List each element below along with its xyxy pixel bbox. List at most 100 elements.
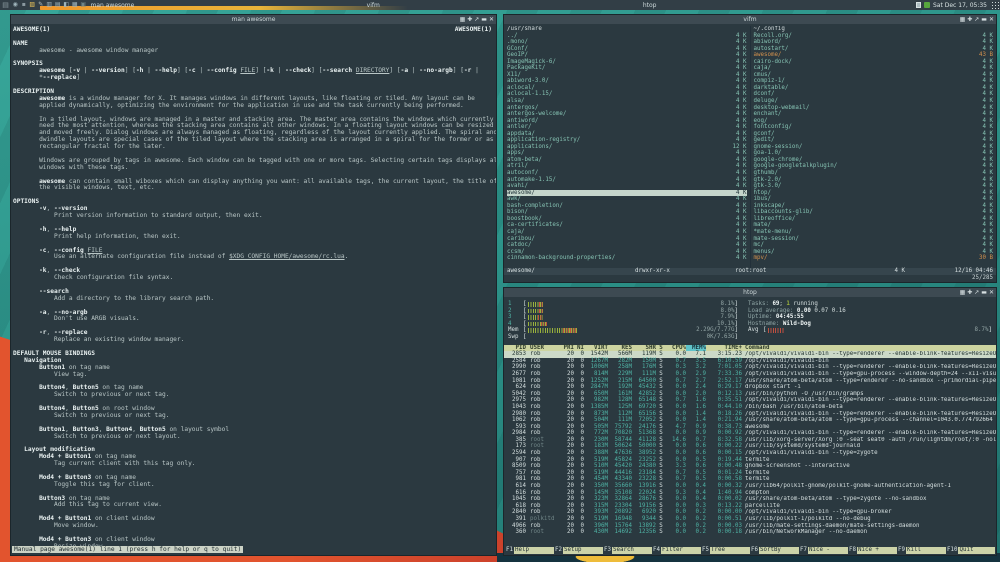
man-title-right: AWESOME(1) [454,26,492,33]
fn-nice[interactable]: F8 Nice + [848,547,897,554]
floating-button-icon[interactable]: ▦ [960,288,966,297]
column-header-time[interactable]: TIME+ [706,345,742,352]
column-header-pid[interactable]: PID [504,345,528,352]
process-row[interactable]: 1081 rob 20 0 1252M 215M 64500 S 0.7 2.7 2:52.17/u… [504,378,996,385]
process-cell: 873M [594,410,608,417]
process-row[interactable]: 981 rob 20 0 454M 43340 23228 S 0.7 0.5 0:00.58 ter… [504,476,996,483]
process-row[interactable]: 8509 rob 20 0 510M 45420 24380 S 3.3 0.6 0:00.48 gn… [504,463,996,470]
fn-filter[interactable]: F4 Filter [652,547,701,554]
files-icon[interactable]: ▨ [28,0,37,10]
maximize-button-icon[interactable]: ▬ [481,15,487,24]
fn-sortby[interactable]: F6 SortBy [750,547,799,554]
column-header-ni[interactable]: NI [574,345,584,352]
document-icon[interactable]: ▥ [45,0,54,10]
process-row[interactable]: 618 rob 20 0 315M 23304 19156 S 0.0 0.3 0:13.22 par… [504,503,996,510]
floating-button-icon[interactable]: ▦ [460,15,466,24]
process-cell: 12356 [638,529,656,536]
process-row[interactable]: 2980 rob 20 0 873M 112M 65156 S 0.0 1.4 0:18.26/op… [504,411,996,418]
sticky-button-icon[interactable]: ↗ [474,15,479,24]
process-cell: 3.3 [675,463,686,470]
process-row[interactable]: 360 root 20 0 430M 14692 12356 S 0.0 0.2 0:00.18/u… [504,529,996,536]
edit-icon[interactable]: ✎ [37,0,46,10]
column-header-virt[interactable]: VIRT [584,345,608,352]
process-row[interactable]: 614 rob 20 0 350M 35660 13916 S 0.0 0.4 0:00.32/us… [504,483,996,490]
column-header-res[interactable]: RES [608,345,632,352]
meter-bracket: [ [523,314,527,321]
close-button-icon[interactable]: ✕ [489,15,494,24]
process-row[interactable]: 1043 rob 20 0 1385M 125M 69720 S 0.0 1.6 0:44.10/b… [504,404,996,411]
maximize-button-icon[interactable]: ▬ [981,15,987,24]
process-cell: 1081 [512,377,526,384]
man-titlebar[interactable]: man awesome ▦ ✚ ↗ ▬ ✕ [11,15,496,24]
column-header-cpu[interactable]: CPU% [666,345,686,352]
browser-icon[interactable]: ◉ [11,0,20,10]
column-header-command[interactable]: Command [742,345,996,352]
fn-quit[interactable]: F10 Quit [946,547,995,554]
process-row[interactable]: 907 rob 20 0 519M 45824 23252 S 0.0 0.5 0:19.44 ter… [504,457,996,464]
vifm-titlebar[interactable]: vifm ▦ ✚ ↗ ▬ ✕ [504,15,996,24]
process-row[interactable]: 4966 rob 20 0 396M 15764 13892 S 0.0 0.2 0:00.03/u… [504,523,996,530]
process-row[interactable]: 593 rob 20 0 505M 75792 24176 S 4.7 0.9 0:38.73 awe… [504,424,996,431]
image-icon[interactable]: ▦ [71,0,80,10]
fn-nice[interactable]: F7 Nice - [799,547,848,554]
process-row[interactable]: 757 rob 20 0 519M 44416 23184 S 0.7 0.5 0:01.24 ter… [504,470,996,477]
column-header-s[interactable]: S [656,345,666,352]
fn-help[interactable]: F1 Help [505,547,554,554]
process-row[interactable]: 2984 rob 20 0 772M 70820 51368 S 0.0 0.9 0:00.92/o… [504,430,996,437]
process-row[interactable]: 2853 rob 20 0 1542M 566M 119M S 0.0 7.1 3:15.23/op… [504,351,996,358]
column-header-mem[interactable]: MEM% [686,344,706,352]
process-row[interactable]: 1062 rob 20 0 504M 111M 72052 S 0.0 1.4 0:21.94/us… [504,417,996,424]
fn-search[interactable]: F3 Search [603,547,652,554]
task-item-man-awesome[interactable]: man awesome [88,0,364,10]
task-item-htop[interactable]: htop [640,0,916,10]
chat-icon[interactable]: ▤ [54,0,63,10]
maximize-button-icon[interactable]: ▬ [981,288,987,297]
sticky-button-icon[interactable]: ↗ [974,15,979,24]
clipboard-tray-icon[interactable] [915,2,921,8]
ontop-button-icon[interactable]: ✚ [467,15,472,24]
process-cell: 20 [567,403,574,410]
process-cell: rob [530,364,541,371]
ontop-button-icon[interactable]: ✚ [967,288,972,297]
process-row[interactable]: 391 polkitd 20 0 519M 16948 9344 S 0.0 0.2 0:00.51… [504,516,996,523]
process-row[interactable]: 173 root 20 0 183M 50624 50000 S 0.0 0.6 0:00.22/u… [504,443,996,450]
task-item-vifm[interactable]: vifm [364,0,640,10]
process-row[interactable]: 1045 rob 20 0 323M 32864 28676 S 0.0 0.4 0:00.02/u… [504,496,996,503]
audio-icon[interactable]: ◧ [62,0,71,10]
vifm-titlebar-buttons: ▦ ✚ ↗ ▬ ✕ [960,15,994,24]
updates-tray-icon[interactable] [923,2,930,8]
process-row[interactable]: 2840 rob 20 0 393M 20892 6920 S 0.0 0.2 0:00.00/op… [504,509,996,516]
process-cell: 192M [618,384,632,391]
file-row[interactable]: mpv/30 B [754,255,994,262]
process-row[interactable]: 2677 rob 20 0 814M 229M 111M S 0.0 2.9 7:33.36/opt… [504,371,996,378]
process-row[interactable]: 2975 rob 20 0 982M 128M 65148 S 0.7 1.6 0:35.51/op… [504,397,996,404]
process-row[interactable]: 5042 rob 20 0 650M 161M 42852 S 0.0 2.0 0:12.13/us… [504,391,996,398]
sticky-button-icon[interactable]: ↗ [974,288,979,297]
fn-tree[interactable]: F5 Tree [701,547,750,554]
process-cell: 20 [567,489,574,496]
process-row[interactable]: 2594 rob 20 0 388M 47636 38952 S 0.0 0.6 0:00.15/o… [504,450,996,457]
column-header-pri[interactable]: PRI [560,345,574,352]
column-header-shr[interactable]: SHR [632,345,656,352]
process-row[interactable]: 385 root 20 0 230M 58744 41128 S 14.6 0.7 8:32.58/… [504,437,996,444]
process-row[interactable]: 624 rob 20 0 2847M 192M 45432 S 0.0 2.4 0:29.17 dro… [504,384,996,391]
fn-kill[interactable]: F9 Kill [897,547,946,554]
clock[interactable]: Sat Dec 17, 05:35 [933,2,987,9]
file-row[interactable]: cinnamon-background-properties/4 K [507,255,747,262]
printer-icon[interactable]: ▣ [79,0,88,10]
process-row[interactable]: 2584 rob 20 0 1267M 282M 150M S 0.7 3.5 6:10.59/op… [504,358,996,365]
fn-setup[interactable]: F2 Setup [554,547,603,554]
floating-button-icon[interactable]: ▦ [960,15,966,24]
window-icon[interactable]: ▪ [20,0,29,10]
process-row[interactable]: 616 rob 20 0 145M 35108 22024 S 9.3 0.4 1:40.94 com… [504,490,996,497]
meter-fill-red [563,328,577,333]
layout-indicator-icon[interactable] [991,1,999,9]
close-button-icon[interactable]: ✕ [989,15,994,24]
close-button-icon[interactable]: ✕ [989,288,994,297]
ontop-button-icon[interactable]: ✚ [967,15,972,24]
process-row[interactable]: 2990 rob 20 0 1006M 258M 176M S 0.3 3.2 7:01.05/op… [504,364,996,371]
htop-titlebar[interactable]: htop ▦ ✚ ↗ ▬ ✕ [504,288,996,297]
htop-content: 1 [8.1%] 2 [8.0%] 3 [7.9%] 4 [10.1%] Mem [2.29G/7… [504,297,996,555]
column-header-user[interactable]: USER [528,345,560,352]
awesome-menu-icon[interactable]: ▤ [0,0,11,10]
